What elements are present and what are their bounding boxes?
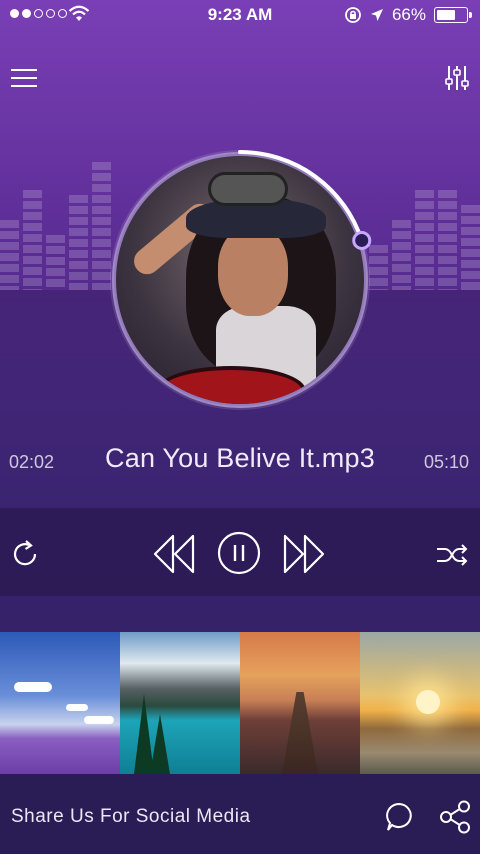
gallery-thumb-sunset[interactable]	[360, 632, 480, 774]
gallery-thumb-pier[interactable]	[240, 632, 360, 774]
shuffle-button[interactable]	[434, 540, 470, 570]
shuffle-icon	[437, 544, 468, 566]
rotation-lock-icon	[345, 7, 361, 23]
fast-forward-button[interactable]	[280, 532, 328, 576]
battery-percent: 66%	[391, 5, 426, 24]
fast-forward-icon	[283, 534, 325, 574]
gallery-thumb-lavender[interactable]	[0, 632, 120, 774]
equalizer-visualizer-left	[0, 150, 111, 290]
location-arrow-icon	[370, 9, 383, 21]
menu-button[interactable]	[10, 66, 38, 90]
progress-ring[interactable]	[103, 143, 377, 417]
repeat-button[interactable]	[8, 537, 42, 571]
rewind-icon	[153, 534, 195, 574]
track-title: Can You Belive It.mp3	[105, 443, 375, 473]
pause-button[interactable]	[216, 530, 262, 576]
gallery-thumb-lake[interactable]	[120, 632, 240, 774]
rewind-button[interactable]	[150, 532, 198, 576]
hamburger-menu-icon	[11, 69, 37, 87]
status-bar: 9:23 AM 66%	[0, 0, 480, 30]
progress-knob[interactable]	[352, 230, 372, 250]
equalizer-sliders-icon	[445, 66, 469, 90]
total-duration: 05:10	[423, 452, 469, 472]
share-label: Share Us For Social Media	[11, 806, 251, 827]
share-icon	[440, 800, 470, 834]
chat-button[interactable]	[384, 801, 414, 833]
repeat-icon	[13, 540, 37, 566]
chat-bubble-icon	[386, 802, 412, 831]
equalizer-visualizer-right	[369, 150, 480, 290]
pause-icon	[217, 531, 261, 575]
share-button[interactable]	[438, 800, 472, 834]
equalizer-button[interactable]	[444, 64, 470, 92]
photo-gallery	[0, 632, 480, 774]
battery-icon	[434, 7, 472, 23]
